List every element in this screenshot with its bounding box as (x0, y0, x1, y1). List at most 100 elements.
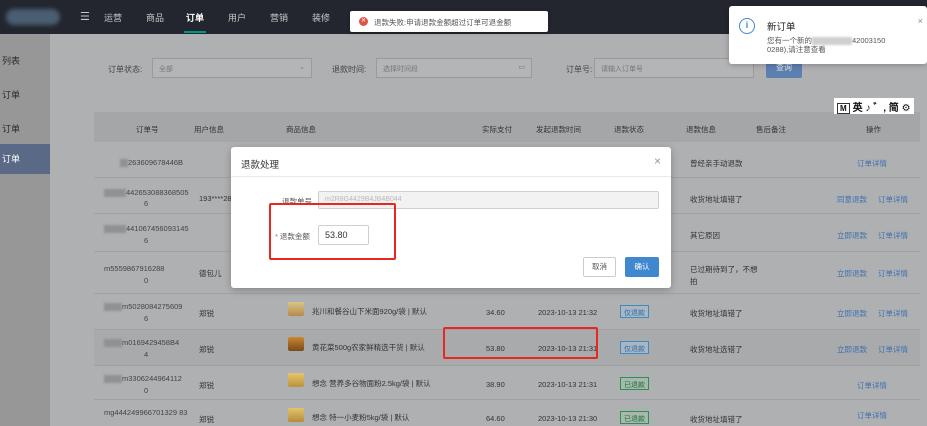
ime-toolbar: M英 ♪ ゛, 简 ⚙ (834, 98, 914, 114)
refund-info: 曾经亲手动退款 (690, 159, 743, 168)
refund-time-label: 退款时间: (332, 65, 367, 74)
order-number: m0169429458B4 (104, 338, 179, 348)
sidebar: 列表 订单 订单 订单 (0, 34, 50, 426)
refund-info: 收货地址填错了 (690, 195, 743, 204)
active-tab-indicator (184, 31, 206, 33)
table-row (94, 366, 920, 400)
nav-tab-orders[interactable]: 订单 (186, 11, 204, 24)
sidebar-item-refund-orders[interactable]: 订单 (0, 144, 50, 174)
info-icon: i (739, 18, 755, 34)
col-order-no: 订单号 (136, 125, 159, 134)
user-name: 郑锐 (199, 345, 214, 354)
refund-time-placeholder: 选择时间段 (383, 66, 418, 73)
order-detail-link[interactable]: 订单详情 (857, 158, 887, 169)
refund-now-link[interactable]: 立即退款 (837, 230, 867, 241)
order-detail-link[interactable]: 订单详情 (857, 410, 887, 421)
user-name: 郑锐 (199, 415, 214, 424)
dialog-title: 退款处理 (241, 160, 280, 171)
col-product-info: 商品信息 (286, 125, 316, 134)
order-number: m5028084275609 (104, 302, 182, 312)
col-paid: 实际支付 (482, 125, 512, 134)
refund-info: 已过期待到了，不想 (690, 265, 758, 274)
dialog-divider (231, 176, 671, 177)
table-row (94, 400, 920, 426)
product-thumbnail (288, 337, 304, 351)
sidebar-item-orders[interactable]: 订单 (0, 80, 50, 110)
order-detail-link[interactable]: 订单详情 (878, 230, 908, 241)
status-badge: 仅退款 (620, 341, 649, 354)
notification-body: 您有一个新的 42003150 0288),请注意查看 (767, 36, 886, 55)
refund-time-picker[interactable]: 选择时间段 ▭ (376, 58, 532, 78)
refund-info: 收货地址填错了 (690, 309, 743, 318)
paid-amount: 64.60 (486, 414, 505, 423)
order-number-tail: 6 (144, 236, 149, 245)
refund-info: 其它原因 (690, 231, 720, 240)
product-name: 想念 特一小麦粉5kg/袋 | 默认 (312, 413, 410, 422)
new-order-notification[interactable]: i 新订单 × 您有一个新的 42003150 0288),请注意查看 (729, 6, 927, 64)
refund-time: 2023-10-13 21:30 (538, 414, 598, 423)
error-icon: ✕ (359, 17, 368, 26)
order-number-tail: 4 (144, 350, 149, 359)
product-name: 兆川和餐谷山下米面920g/袋 | 默认 (312, 307, 427, 316)
order-detail-link[interactable]: 订单详情 (857, 380, 887, 391)
sidebar-item-list[interactable]: 列表 (0, 46, 50, 76)
status-filter-select[interactable]: 全部 ⌄ (152, 58, 312, 78)
order-detail-link[interactable]: 订单详情 (878, 344, 908, 355)
order-no-placeholder: 请输入订单号 (601, 66, 643, 73)
product-name: 黄花菜500g农家鲜精选干货 | 默认 (312, 343, 425, 352)
notification-title: 新订单 (767, 22, 796, 33)
status-badge: 已退款 (620, 411, 649, 424)
nav-tab-decoration[interactable]: 装修 (312, 11, 330, 24)
status-badge: 已退款 (620, 377, 649, 390)
order-number: 442653088368505 (104, 188, 189, 198)
annotation-box-amount (269, 203, 396, 260)
order-number: 263609678446B (120, 158, 183, 168)
error-toast: ✕ 退款失败:申请退款金额超过订单可退金额 (350, 11, 548, 32)
close-icon[interactable]: × (654, 154, 661, 168)
table-row (94, 294, 920, 330)
calendar-icon: ▭ (518, 64, 525, 71)
user-name: 郑锐 (199, 309, 214, 318)
order-detail-link[interactable]: 订单详情 (878, 268, 908, 279)
confirm-button[interactable]: 确认 (625, 257, 659, 277)
logo (6, 9, 60, 25)
order-detail-link[interactable]: 订单详情 (878, 308, 908, 319)
user-phone: 193****28 (199, 194, 232, 203)
refund-now-link[interactable]: 立即退款 (837, 268, 867, 279)
order-detail-link[interactable]: 订单详情 (878, 194, 908, 205)
status-filter-value: 全部 (159, 66, 173, 73)
ime-mode-icon: M (837, 103, 850, 114)
order-number-tail: 6 (144, 314, 149, 323)
menu-icon[interactable]: ☰ (80, 10, 90, 23)
order-number-tail: 0 (144, 386, 149, 395)
nav-tab-products[interactable]: 商品 (146, 11, 164, 24)
nav-tab-operations[interactable]: 运营 (104, 11, 122, 24)
refund-info: 收货地址选错了 (690, 345, 743, 354)
nav-tab-users[interactable]: 用户 (228, 11, 246, 24)
status-badge: 仅退款 (620, 305, 649, 318)
toast-message: 退款失败:申请退款金额超过订单可退金额 (374, 18, 512, 27)
cancel-button[interactable]: 取消 (583, 257, 616, 277)
order-number-tail: 6 (144, 199, 149, 208)
user-name: 德包儿 (199, 269, 222, 278)
annotation-box-paid (443, 327, 598, 359)
order-number: 441067456093145 (104, 224, 189, 234)
chevron-down-icon: ⌄ (299, 64, 305, 71)
product-thumbnail (288, 302, 304, 316)
col-refund-info: 退款信息 (686, 125, 716, 134)
refund-now-link[interactable]: 立即退款 (837, 344, 867, 355)
col-user-info: 用户信息 (194, 125, 224, 134)
refund-now-link[interactable]: 立即退款 (837, 308, 867, 319)
refund-time: 2023-10-13 21:31 (538, 380, 598, 389)
sidebar-item-orders-2[interactable]: 订单 (0, 114, 50, 144)
paid-amount: 38.90 (486, 380, 505, 389)
col-aftersale-note: 售后备注 (756, 125, 786, 134)
approve-refund-link[interactable]: 同意退款 (837, 194, 867, 205)
refund-time: 2023-10-13 21:32 (538, 308, 598, 317)
paid-amount: 34.60 (486, 308, 505, 317)
order-no-label: 订单号: (566, 65, 593, 74)
close-icon[interactable]: × (918, 16, 923, 26)
status-filter-label: 订单状态: (108, 65, 143, 74)
product-thumbnail (288, 373, 304, 387)
nav-tab-marketing[interactable]: 营销 (270, 11, 288, 24)
